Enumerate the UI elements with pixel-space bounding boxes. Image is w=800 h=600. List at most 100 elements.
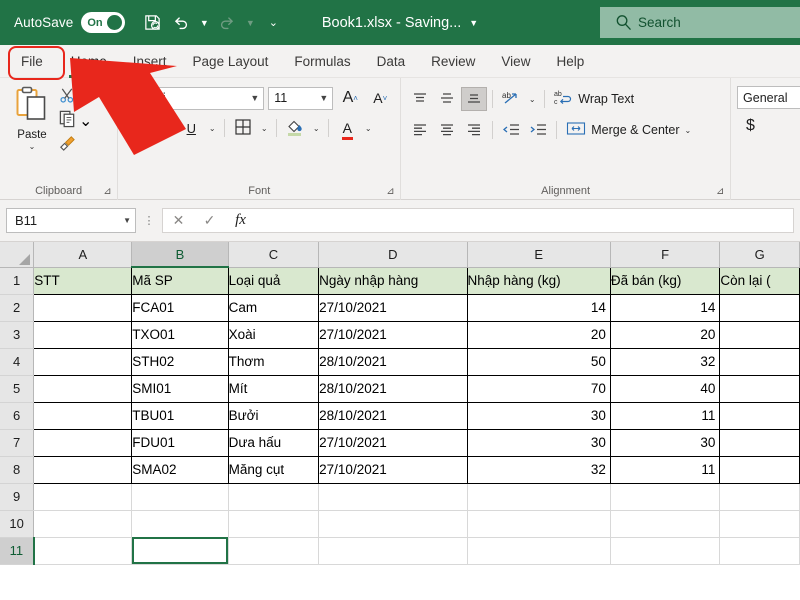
row-header-5[interactable]: 5 xyxy=(0,375,34,402)
cell-c11[interactable] xyxy=(228,537,319,564)
cell-b2[interactable]: FCA01 xyxy=(132,294,228,321)
bottom-align-button[interactable] xyxy=(461,87,487,111)
cell-c1[interactable]: Loại quả xyxy=(228,267,319,294)
cell-a5[interactable] xyxy=(34,375,132,402)
increase-indent-button[interactable] xyxy=(525,118,551,142)
select-all-corner[interactable] xyxy=(0,242,34,267)
cell-b1[interactable]: Mã SP xyxy=(132,267,228,294)
row-header-10[interactable]: 10 xyxy=(0,510,34,537)
cell-f8[interactable]: 11 xyxy=(610,456,719,483)
autosave-toggle[interactable]: On xyxy=(81,12,125,33)
cell-c3[interactable]: Xoài xyxy=(228,321,319,348)
number-format-combo[interactable]: General xyxy=(737,86,800,109)
italic-button[interactable]: I xyxy=(151,116,177,140)
font-color-button[interactable]: A xyxy=(334,116,360,140)
row-header-1[interactable]: 1 xyxy=(0,267,34,294)
row-header-3[interactable]: 3 xyxy=(0,321,34,348)
merge-center-dropdown-chevron-icon[interactable]: ⌄ xyxy=(684,126,691,135)
row-header-6[interactable]: 6 xyxy=(0,402,34,429)
cell-d5[interactable]: 28/10/2021 xyxy=(319,375,467,402)
orientation-button[interactable]: ab xyxy=(498,87,524,111)
cell-g7[interactable] xyxy=(720,429,800,456)
row-header-11[interactable]: 11 xyxy=(0,537,34,564)
redo-icon[interactable] xyxy=(214,10,240,36)
cell-c5[interactable]: Mít xyxy=(228,375,319,402)
cell-g2[interactable] xyxy=(720,294,800,321)
cell-a8[interactable] xyxy=(34,456,132,483)
cell-c2[interactable]: Cam xyxy=(228,294,319,321)
cell-f5[interactable]: 40 xyxy=(610,375,719,402)
cell-g10[interactable] xyxy=(720,510,800,537)
cell-f7[interactable]: 30 xyxy=(610,429,719,456)
column-header-b[interactable]: B xyxy=(132,242,228,267)
search-box[interactable]: Search xyxy=(600,7,800,38)
row-header-9[interactable]: 9 xyxy=(0,483,34,510)
font-size-combo[interactable]: 11 ▼ xyxy=(268,87,333,110)
currency-format-button[interactable]: $ xyxy=(737,117,764,135)
cut-button[interactable] xyxy=(58,87,92,109)
increase-font-size-button[interactable]: A˄ xyxy=(337,86,363,110)
cell-d2[interactable]: 27/10/2021 xyxy=(319,294,467,321)
fill-color-button[interactable] xyxy=(282,116,308,140)
top-align-button[interactable] xyxy=(407,87,433,111)
cell-c10[interactable] xyxy=(228,510,319,537)
cell-e7[interactable]: 30 xyxy=(467,429,610,456)
font-dialog-launcher-icon[interactable]: ⊿ xyxy=(386,186,398,198)
cell-c9[interactable] xyxy=(228,483,319,510)
cell-b7[interactable]: FDU01 xyxy=(132,429,228,456)
cell-d3[interactable]: 27/10/2021 xyxy=(319,321,467,348)
wrap-text-button[interactable]: ab c Wrap Text xyxy=(550,89,634,109)
cell-a4[interactable] xyxy=(34,348,132,375)
cell-f11[interactable] xyxy=(610,537,719,564)
tab-file[interactable]: File xyxy=(8,45,56,78)
cell-a3[interactable] xyxy=(34,321,132,348)
undo-dropdown-chevron-icon[interactable]: ▼ xyxy=(197,10,211,36)
cell-e9[interactable] xyxy=(467,483,610,510)
copy-button[interactable]: ⌄ xyxy=(58,110,92,132)
column-header-f[interactable]: F xyxy=(610,242,719,267)
font-name-chevron-down-icon[interactable]: ▼ xyxy=(250,93,259,103)
align-center-button[interactable] xyxy=(434,118,460,142)
tab-help[interactable]: Help xyxy=(543,45,597,78)
column-header-e[interactable]: E xyxy=(467,242,610,267)
cell-e2[interactable]: 14 xyxy=(467,294,610,321)
paste-dropdown-chevron-icon[interactable]: ⌄ xyxy=(29,142,36,151)
cell-e5[interactable]: 70 xyxy=(467,375,610,402)
redo-dropdown-chevron-icon[interactable]: ▼ xyxy=(243,10,257,36)
tab-insert[interactable]: Insert xyxy=(120,45,180,78)
font-name-combo[interactable]: Calibri ▼ xyxy=(124,87,264,110)
cell-a10[interactable] xyxy=(34,510,132,537)
cell-g8[interactable] xyxy=(720,456,800,483)
customize-quick-access-icon[interactable]: ⌄ xyxy=(266,10,280,36)
cell-f1[interactable]: Đã bán (kg) xyxy=(610,267,719,294)
cell-d10[interactable] xyxy=(319,510,467,537)
font-color-dropdown-chevron-icon[interactable]: ⌄ xyxy=(361,116,375,140)
column-header-g[interactable]: G xyxy=(720,242,800,267)
row-header-7[interactable]: 7 xyxy=(0,429,34,456)
decrease-font-size-button[interactable]: A˅ xyxy=(367,86,393,110)
borders-button[interactable] xyxy=(230,116,256,140)
clipboard-dialog-launcher-icon[interactable]: ⊿ xyxy=(103,186,115,198)
save-icon[interactable] xyxy=(139,10,165,36)
font-size-chevron-down-icon[interactable]: ▼ xyxy=(319,93,328,103)
undo-icon[interactable] xyxy=(168,10,194,36)
orientation-dropdown-chevron-icon[interactable]: ⌄ xyxy=(525,87,539,111)
column-header-c[interactable]: C xyxy=(228,242,319,267)
align-right-button[interactable] xyxy=(461,118,487,142)
cell-b8[interactable]: SMA02 xyxy=(132,456,228,483)
tab-home[interactable]: Home xyxy=(58,45,120,78)
underline-button[interactable]: U xyxy=(178,116,204,140)
cell-e10[interactable] xyxy=(467,510,610,537)
cell-g1[interactable]: Còn lại ( xyxy=(720,267,800,294)
tab-review[interactable]: Review xyxy=(418,45,488,78)
cell-e11[interactable] xyxy=(467,537,610,564)
cell-b9[interactable] xyxy=(132,483,228,510)
cell-c6[interactable]: Bưởi xyxy=(228,402,319,429)
formula-input[interactable] xyxy=(256,208,794,233)
cell-g5[interactable] xyxy=(720,375,800,402)
bold-button[interactable]: B xyxy=(124,116,150,140)
cell-a11[interactable] xyxy=(34,537,132,564)
tab-view[interactable]: View xyxy=(488,45,543,78)
cell-a2[interactable] xyxy=(34,294,132,321)
cell-b10[interactable] xyxy=(132,510,228,537)
